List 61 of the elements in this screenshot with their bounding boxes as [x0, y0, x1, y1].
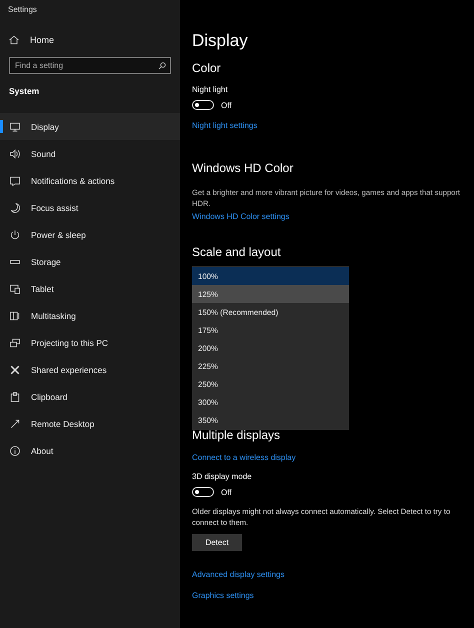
monitor-icon: [9, 120, 21, 132]
nav-label: Shared experiences: [31, 364, 107, 374]
section-heading: Multiple displays: [192, 428, 280, 442]
home-icon: [8, 34, 20, 46]
nav-item[interactable]: Tablet: [0, 275, 180, 302]
nav-label: Storage: [31, 256, 61, 266]
moon-icon: [9, 202, 21, 214]
settings-link[interactable]: Advanced display settings: [192, 570, 284, 579]
nav-label: Projecting to this PC: [31, 338, 108, 348]
nav-label: Clipboard: [31, 392, 68, 402]
settings-link[interactable]: Night light settings: [192, 121, 258, 130]
section-heading: Scale and layout: [192, 245, 281, 259]
nav-label: Multitasking: [31, 310, 76, 320]
nav-item[interactable]: Notifications & actions: [0, 167, 180, 194]
page-title: Display: [192, 31, 248, 51]
screens-icon: [9, 336, 21, 348]
nav-item[interactable]: Display: [0, 113, 180, 140]
section-heading: Windows HD Color: [192, 161, 294, 175]
arrow-icon: [9, 418, 21, 430]
toggle-state: Off: [221, 488, 232, 496]
window-title: Settings: [7, 4, 38, 16]
detect-button[interactable]: Detect: [192, 534, 242, 551]
settings-link[interactable]: Connect to a wireless display: [192, 453, 296, 462]
section-heading: System: [8, 86, 40, 96]
nav-item[interactable]: About: [0, 437, 180, 464]
toggle-state: Off: [221, 100, 232, 110]
nav-item[interactable]: Multitasking: [0, 302, 180, 329]
nav-item[interactable]: Focus assist: [0, 194, 180, 221]
nav-item[interactable]: Shared experiences: [0, 356, 180, 383]
search-icon: [158, 62, 166, 70]
nav-label: Sound: [31, 148, 56, 158]
speaker-icon: [9, 148, 21, 160]
nav-label: Tablet: [31, 284, 54, 294]
nav-item[interactable]: Projecting to this PC: [0, 329, 180, 356]
home-link[interactable]: Home: [0, 29, 180, 51]
setting-label: Night light: [192, 85, 228, 94]
nav-label: Notifications & actions: [31, 176, 115, 186]
toggle-switch[interactable]: [192, 487, 214, 497]
nav-item[interactable]: Clipboard: [0, 383, 180, 410]
search-field[interactable]: Find a setting: [9, 57, 171, 74]
settings-link[interactable]: Windows HD Color settings: [192, 212, 290, 221]
nav-label: Remote Desktop: [31, 418, 94, 428]
setting-label: 3D display mode: [192, 472, 252, 481]
window-split-icon: [9, 310, 21, 322]
nav-label: Focus assist: [31, 202, 78, 212]
nav-label: About: [31, 446, 54, 456]
toggle-switch[interactable]: [192, 100, 214, 110]
info-icon: [9, 444, 21, 456]
settings-link[interactable]: Graphics settings: [192, 591, 254, 600]
nav-item[interactable]: Power & sleep: [0, 221, 180, 248]
nav-label: Power & sleep: [31, 230, 86, 240]
nav-item[interactable]: Storage: [0, 248, 180, 275]
nav-label: Display: [31, 122, 59, 132]
section-heading: Color: [192, 61, 221, 75]
nav-item[interactable]: Sound: [0, 140, 180, 167]
power-icon: [9, 228, 21, 240]
cross-icon: [9, 364, 21, 376]
tablet-icon: [9, 282, 21, 294]
nav-item[interactable]: Remote Desktop: [0, 410, 180, 437]
speech-bubble-icon: [9, 174, 21, 186]
clipboard-icon: [9, 390, 21, 402]
